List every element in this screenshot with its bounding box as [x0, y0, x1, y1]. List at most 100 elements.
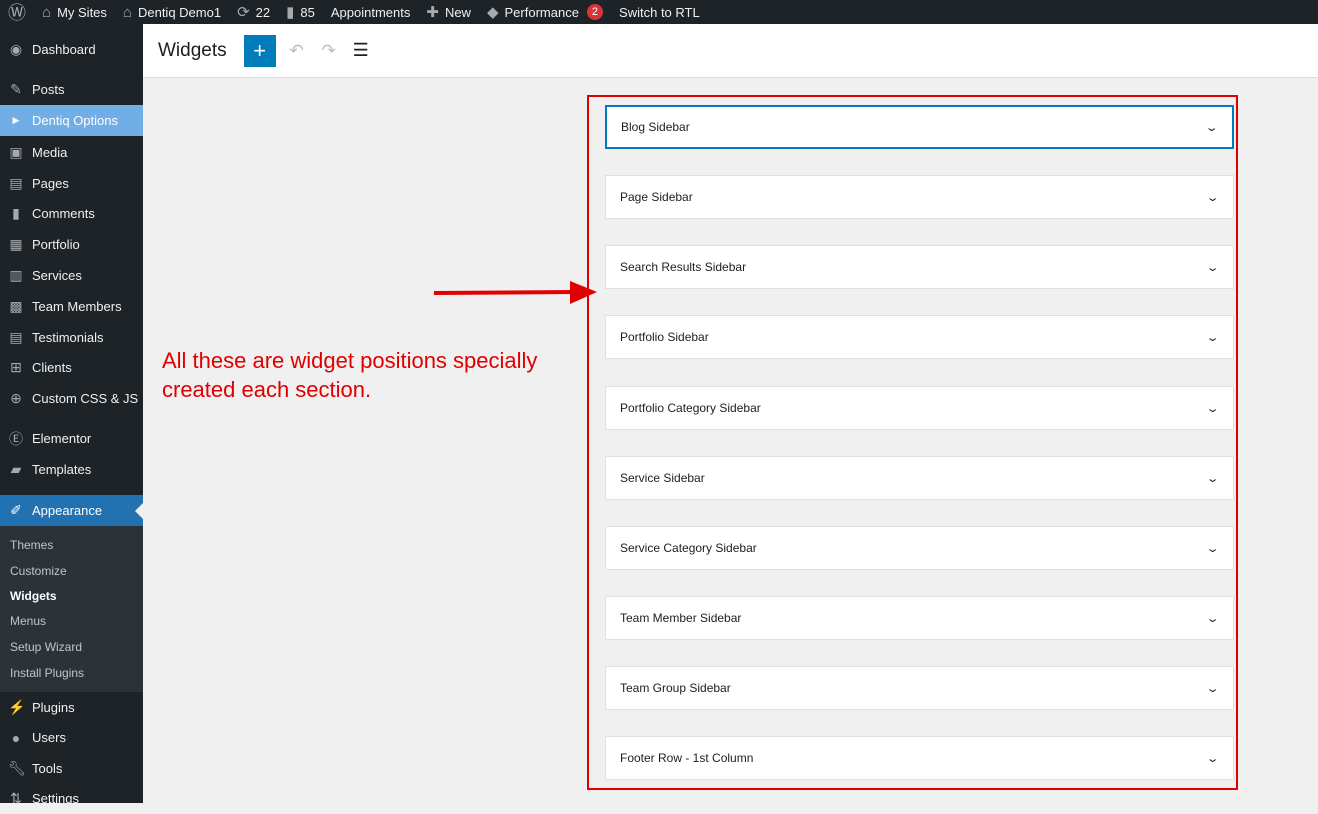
performance-label: Performance — [505, 5, 579, 20]
page-title: Widgets — [158, 40, 227, 62]
site-name-label: Dentiq Demo1 — [138, 5, 221, 20]
label: Clients — [32, 360, 72, 375]
label: Team Members — [32, 299, 122, 314]
annotation-arrow-icon — [434, 280, 599, 308]
users-icon: ● — [8, 730, 24, 746]
submenu-widgets[interactable]: Widgets — [10, 589, 57, 603]
media-icon: ▣ — [8, 144, 24, 161]
sidebar-item-posts[interactable]: ✎ Posts — [0, 74, 143, 105]
sidebar-item-team-members[interactable]: ▩ Team Members — [0, 291, 143, 322]
performance-badge: 2 — [587, 4, 603, 20]
label: Media — [32, 145, 67, 160]
sidebar-item-tools[interactable]: 🔧︎ Tools — [0, 753, 143, 784]
label: Templates — [32, 462, 91, 477]
my-sites-label: My Sites — [57, 5, 107, 20]
updates-menu[interactable]: ⟳ 22 — [229, 0, 278, 24]
caret-right-icon: ▶ — [8, 115, 24, 126]
plugins-icon: ⚡ — [8, 699, 24, 716]
sidebar-item-clients[interactable]: ⊞ Clients — [0, 352, 143, 383]
add-block-button[interactable]: + — [244, 35, 276, 67]
updates-count: 22 — [256, 5, 270, 20]
redo-icon: ↷ — [322, 41, 336, 60]
comments-icon: ▮ — [8, 205, 24, 222]
submenu-themes[interactable]: Themes — [10, 538, 53, 552]
switch-rtl-link[interactable]: Switch to RTL — [611, 0, 708, 24]
appointments-menu[interactable]: Appointments — [323, 0, 419, 24]
comments-menu[interactable]: ▮ 85 — [278, 0, 323, 24]
sidebar-item-appearance[interactable]: ✐ Appearance — [0, 495, 143, 526]
label: Settings — [32, 791, 79, 806]
new-content-menu[interactable]: ✚ New — [418, 0, 479, 24]
my-sites-menu[interactable]: ⌂ My Sites — [34, 0, 115, 24]
label: Appearance — [32, 503, 102, 518]
services-icon: ▥ — [8, 267, 24, 284]
plus-icon: + — [253, 38, 266, 64]
label: Dashboard — [32, 42, 96, 57]
sidebar-item-testimonials[interactable]: ▤ Testimonials — [0, 322, 143, 353]
pages-icon: ▤ — [8, 175, 24, 192]
wordpress-icon: Ⓦ — [8, 0, 26, 25]
folder-icon: ▰ — [8, 461, 24, 478]
portfolio-icon: ▦ — [8, 236, 24, 253]
dashboard-icon: ◉ — [8, 41, 24, 58]
annotation-highlight-box — [587, 95, 1238, 790]
label: Comments — [32, 206, 95, 221]
switch-rtl-label: Switch to RTL — [619, 5, 700, 20]
annotation-text: All these are widget positions specially… — [162, 346, 582, 404]
appointments-label: Appointments — [331, 5, 411, 20]
settings-icon: ⇅ — [8, 790, 24, 807]
comments-count: 85 — [300, 5, 314, 20]
undo-button[interactable]: ↶ — [286, 41, 308, 61]
sidebar-item-pages[interactable]: ▤ Pages — [0, 168, 143, 199]
team-icon: ▩ — [8, 298, 24, 315]
new-label: New — [445, 5, 471, 20]
plus-circle-icon: ⊕ — [8, 390, 24, 407]
admin-sidebar: Themes Customize Widgets Menus Setup Wiz… — [0, 24, 143, 803]
sidebar-item-templates[interactable]: ▰ Templates — [0, 454, 143, 485]
sidebar-item-plugins[interactable]: ⚡Plugins — [0, 692, 143, 723]
clients-icon: ⊞ — [8, 359, 24, 376]
list-view-button[interactable]: ☰ — [350, 40, 372, 61]
site-name-menu[interactable]: ⌂ Dentiq Demo1 — [115, 0, 229, 24]
my-sites-icon: ⌂ — [42, 4, 51, 21]
appearance-submenu: Themes Customize Widgets Menus Setup Wiz… — [0, 526, 143, 692]
admin-bar: Ⓦ ⌂ My Sites ⌂ Dentiq Demo1 ⟳ 22 ▮ 85 Appoin… — [0, 0, 1318, 24]
submenu-customize[interactable]: Customize — [10, 564, 67, 578]
label: Pages — [32, 176, 69, 191]
editor-header: Widgets + ↶ ↷ ☰ — [143, 24, 1318, 78]
label: Elementor — [32, 431, 91, 446]
performance-menu[interactable]: ◆ Performance 2 — [479, 0, 611, 24]
pin-icon: ✎ — [8, 81, 24, 98]
elementor-icon: Ⓔ — [8, 429, 24, 449]
sidebar-item-settings[interactable]: ⇅ Settings — [0, 783, 143, 814]
label: Tools — [32, 761, 62, 776]
redo-button[interactable]: ↷ — [318, 41, 340, 61]
updates-icon: ⟳ — [237, 3, 250, 21]
performance-icon: ◆ — [487, 3, 499, 21]
sidebar-item-comments[interactable]: ▮ Comments — [0, 198, 143, 229]
label: Testimonials — [32, 330, 104, 345]
paintbrush-icon: ✐ — [8, 502, 24, 519]
testimonials-icon: ▤ — [8, 329, 24, 346]
sidebar-item-custom-css-js[interactable]: ⊕ Custom CSS & JS — [0, 383, 143, 414]
label: Services — [32, 268, 82, 283]
sidebar-item-users[interactable]: ● Users — [0, 722, 143, 753]
wordpress-logo-menu[interactable]: Ⓦ — [0, 0, 34, 24]
wrench-icon: 🔧︎ — [8, 760, 24, 777]
sidebar-item-services[interactable]: ▥ Services — [0, 260, 143, 291]
submenu-setup-wizard[interactable]: Setup Wizard — [10, 640, 82, 654]
undo-icon: ↶ — [290, 41, 304, 60]
sidebar-item-elementor[interactable]: Ⓔ Elementor — [0, 423, 143, 454]
sidebar-item-portfolio[interactable]: ▦Portfolio — [0, 229, 143, 260]
submenu-install-plugins[interactable]: Install Plugins — [10, 666, 84, 680]
plus-icon: ✚ — [426, 3, 439, 21]
submenu-menus[interactable]: Menus — [10, 614, 46, 628]
sidebar-item-dashboard[interactable]: ◉ Dashboard — [0, 34, 143, 65]
label: Posts — [32, 82, 65, 97]
comments-icon: ▮ — [286, 3, 294, 21]
label: Custom CSS & JS — [32, 391, 138, 406]
sidebar-item-media[interactable]: ▣ Media — [0, 137, 143, 168]
label: Users — [32, 730, 66, 745]
home-icon: ⌂ — [123, 4, 132, 21]
sidebar-item-dentiq-options[interactable]: ▶Dentiq Options — [0, 105, 143, 136]
